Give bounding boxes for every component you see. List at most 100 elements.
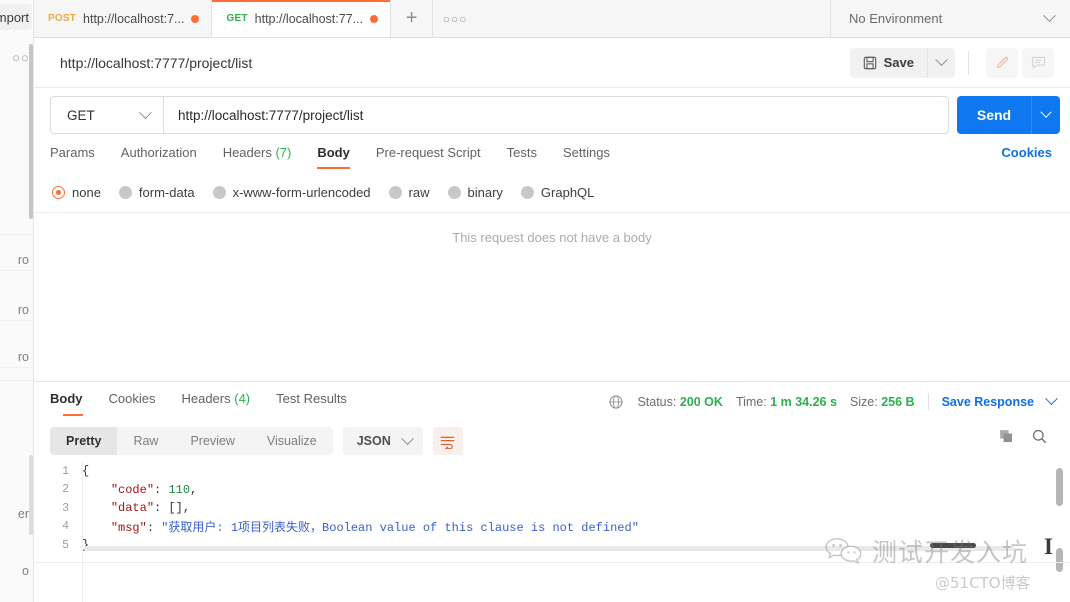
body-option-none[interactable]: none [52, 185, 101, 200]
chevron-down-icon [139, 105, 152, 119]
http-method-value: GET [67, 107, 95, 123]
tab-label: Body [317, 145, 350, 160]
body-option-binary[interactable]: binary [447, 185, 503, 200]
url-input[interactable] [164, 97, 948, 133]
pencil-icon [996, 56, 1008, 69]
postman-window: mport ○○○ ro ro ro er o POST http://loca… [0, 0, 1070, 602]
chevron-down-icon [935, 53, 948, 67]
view-mode-raw[interactable]: Raw [117, 427, 174, 455]
tab-label: Settings [562, 145, 610, 160]
tab-tests[interactable]: Tests [494, 145, 550, 169]
size-value: 256 B [881, 394, 915, 409]
time-value: 1 m 34.26 s [770, 394, 837, 409]
response-tab-headers[interactable]: Headers (4) [168, 391, 263, 416]
tab-pre-request-script[interactable]: Pre-request Script [363, 145, 494, 169]
sidebar-collection-item[interactable]: o [0, 560, 33, 582]
environment-selector[interactable]: No Environment [830, 0, 1070, 37]
response-actions [998, 428, 1048, 445]
url-bar: GET [50, 96, 949, 134]
response-meta: Status: 200 OK Time: 1 m 34.26 s Size: 2… [608, 392, 1058, 410]
response-scrollbar-thumb-lower[interactable] [1056, 548, 1063, 572]
word-wrap-button[interactable] [432, 427, 463, 455]
radio-label: none [72, 185, 101, 200]
tab-settings[interactable]: Settings [550, 145, 623, 169]
tab-body[interactable]: Body [304, 145, 363, 169]
chevron-down-icon [1043, 9, 1056, 23]
code-line: 4 "msg": "获取用户: 1项目列表失败，Boolean value of… [50, 518, 1048, 537]
send-options-button[interactable] [1031, 96, 1060, 134]
left-sidebar: mport ○○○ ro ro ro er o [0, 0, 34, 602]
chevron-down-icon[interactable] [1045, 392, 1058, 406]
tab-url-label: http://localhost:7... [83, 11, 185, 26]
radio-icon [212, 186, 226, 199]
tab-count: (7) [275, 145, 292, 160]
view-mode-preview[interactable]: Preview [174, 427, 250, 455]
cookies-link[interactable]: Cookies [1001, 145, 1052, 160]
size-group: Size: 256 B [850, 395, 915, 409]
response-tab-cookies[interactable]: Cookies [96, 391, 169, 416]
code-text: { [82, 464, 90, 479]
line-number: 3 [62, 501, 69, 515]
sidebar-scrollbar-lower[interactable] [29, 455, 33, 535]
body-option-raw[interactable]: raw [388, 185, 430, 200]
code-line: 3 "data": [], [50, 499, 1048, 518]
view-mode-group: Pretty Raw Preview Visualize [50, 427, 333, 455]
radio-icon [388, 186, 402, 199]
divider [927, 393, 929, 410]
tab-post-request[interactable]: POST http://localhost:7... [34, 0, 213, 37]
http-method-select[interactable]: GET [51, 97, 164, 133]
body-option-graphql[interactable]: GraphQL [520, 185, 594, 200]
request-header-bar: http://localhost:7777/project/list Save [34, 38, 1070, 88]
body-option-form-data[interactable]: form-data [118, 185, 195, 200]
radio-label: raw [408, 185, 430, 200]
response-format-select[interactable]: JSON [342, 427, 423, 455]
response-scrollbar-thumb[interactable] [1056, 468, 1063, 506]
tab-label: Tests [506, 145, 537, 160]
copy-icon[interactable] [998, 428, 1015, 445]
code-text: "code": 110, [110, 482, 198, 497]
size-label: Size: [849, 394, 878, 409]
send-button[interactable]: Send [957, 96, 1031, 134]
tab-get-request[interactable]: GET http://localhost:77... [212, 0, 392, 37]
tab-label: Params [50, 145, 95, 160]
edit-request-button[interactable] [986, 47, 1018, 78]
save-response-button[interactable]: Save Response [942, 395, 1034, 409]
sidebar-collection-item[interactable]: ro [0, 249, 33, 271]
sidebar-scrollbar[interactable] [29, 44, 33, 219]
status-value: 200 OK [679, 394, 723, 409]
comment-button[interactable] [1022, 47, 1054, 78]
radio-icon [52, 186, 65, 199]
sidebar-collection-item[interactable]: ro [0, 299, 33, 321]
divider [34, 381, 1070, 382]
save-button[interactable]: Save [849, 47, 927, 78]
body-option-urlencoded[interactable]: x-www-form-urlencoded [212, 185, 371, 200]
tab-params[interactable]: Params [50, 145, 108, 169]
view-mode-visualize[interactable]: Visualize [251, 427, 333, 455]
time-group: Time: 1 m 34.26 s [736, 395, 837, 409]
radio-icon [520, 186, 534, 199]
view-mode-pretty[interactable]: Pretty [50, 427, 118, 455]
code-line: 2 "code": 110, [50, 481, 1048, 500]
tab-method-label: GET [226, 13, 248, 24]
search-icon[interactable] [1031, 428, 1048, 445]
response-horizontal-scrollbar-thumb[interactable] [930, 543, 976, 548]
response-tab-body[interactable]: Body [50, 391, 96, 416]
tab-headers[interactable]: Headers (7) [210, 145, 305, 169]
tab-label: Pre-request Script [375, 145, 481, 160]
tab-label: Authorization [120, 145, 197, 160]
line-number: 4 [62, 520, 69, 534]
tab-authorization[interactable]: Authorization [108, 145, 210, 169]
save-options-button[interactable] [927, 47, 955, 78]
response-tab-test-results[interactable]: Test Results [263, 391, 360, 416]
code-gutter-divider [82, 462, 83, 602]
import-button[interactable]: mport [0, 4, 32, 30]
response-body-code[interactable]: 1{2 "code": 110, 3 "data": [], 4 "msg": "获… [50, 462, 1048, 602]
sidebar-collection-item[interactable]: ro [0, 346, 33, 368]
new-tab-button[interactable]: + [391, 0, 434, 37]
response-format-value: JSON [356, 434, 391, 448]
divider [34, 212, 1070, 213]
response-horizontal-scrollbar[interactable] [84, 546, 1014, 551]
tab-options-icon[interactable]: ○○○ [433, 0, 477, 37]
empty-body-message: This request does not have a body [452, 230, 652, 245]
comment-icon [1031, 56, 1045, 69]
